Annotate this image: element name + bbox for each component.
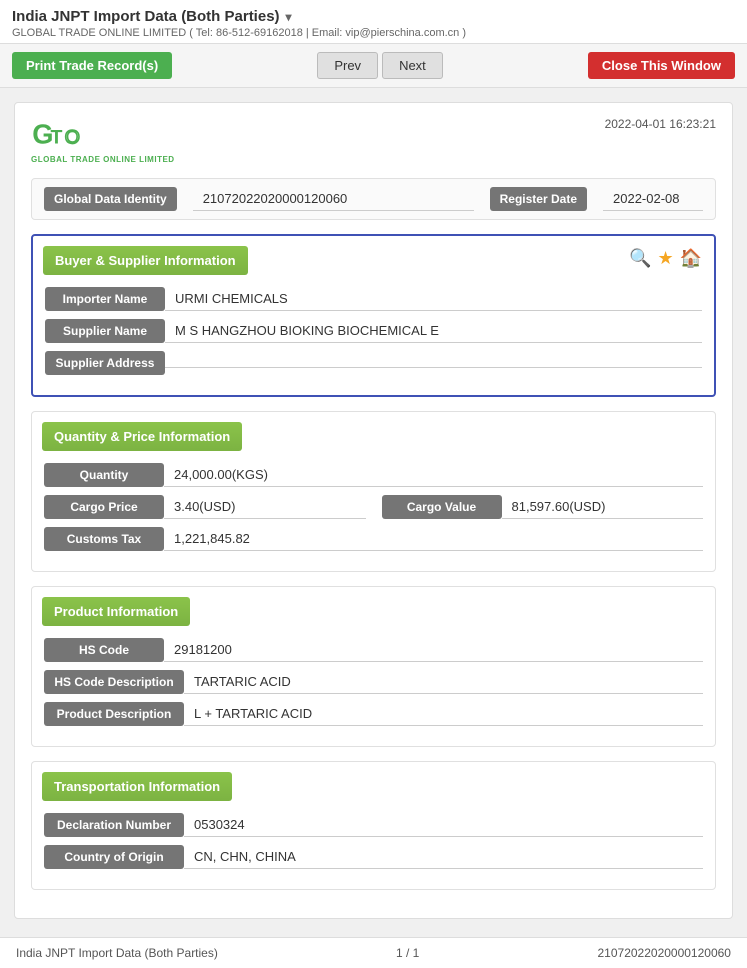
buyer-supplier-section: 🔍 ★ 🏠 Buyer & Supplier Information Impor…: [31, 234, 716, 397]
register-date-value: 2022-02-08: [603, 187, 703, 211]
customs-tax-label: Customs Tax: [44, 527, 164, 551]
cargo-value-field: Cargo Value 81,597.60(USD): [382, 495, 704, 519]
product-desc-value: L + TARTARIC ACID: [184, 702, 703, 726]
declaration-row: Declaration Number 0530324: [44, 813, 703, 837]
transportation-body: Declaration Number 0530324 Country of Or…: [32, 809, 715, 889]
top-bar: India JNPT Import Data (Both Parties) ▾ …: [0, 0, 747, 44]
footer-left: India JNPT Import Data (Both Parties): [16, 946, 218, 960]
importer-row: Importer Name URMI CHEMICALS: [45, 287, 702, 311]
footer-center: 1 / 1: [396, 946, 419, 960]
country-value: CN, CHN, CHINA: [184, 845, 703, 869]
gto-logo: G T O: [31, 117, 83, 153]
supplier-address-label: Supplier Address: [45, 351, 165, 375]
importer-value: URMI CHEMICALS: [165, 287, 702, 311]
customs-tax-value: 1,221,845.82: [164, 527, 703, 551]
supplier-label: Supplier Name: [45, 319, 165, 343]
subtitle-text: GLOBAL TRADE ONLINE LIMITED ( Tel: 86-51…: [12, 27, 735, 39]
prev-button[interactable]: Prev: [317, 52, 378, 79]
record-header: G T O GLOBAL TRADE ONLINE LIMITED 2022-0…: [31, 117, 716, 164]
supplier-row: Supplier Name M S HANGZHOU BIOKING BIOCH…: [45, 319, 702, 343]
hs-code-label: HS Code: [44, 638, 164, 662]
record-card: G T O GLOBAL TRADE ONLINE LIMITED 2022-0…: [14, 102, 733, 919]
record-datetime: 2022-04-01 16:23:21: [605, 117, 716, 131]
logo-text: GLOBAL TRADE ONLINE LIMITED: [31, 155, 175, 164]
hs-desc-row: HS Code Description TARTARIC ACID: [44, 670, 703, 694]
supplier-address-row: Supplier Address: [45, 351, 702, 375]
cargo-price-field: Cargo Price 3.40(USD): [44, 495, 366, 519]
product-desc-row: Product Description L + TARTARIC ACID: [44, 702, 703, 726]
page-title: India JNPT Import Data (Both Parties) ▾: [12, 8, 735, 25]
hs-desc-label: HS Code Description: [44, 670, 184, 694]
star-icon[interactable]: ★: [657, 248, 673, 269]
next-button[interactable]: Next: [382, 52, 443, 79]
product-desc-label: Product Description: [44, 702, 184, 726]
cargo-price-label: Cargo Price: [44, 495, 164, 519]
declaration-value: 0530324: [184, 813, 703, 837]
footer-bar: India JNPT Import Data (Both Parties) 1 …: [0, 937, 747, 968]
home-icon[interactable]: 🏠: [680, 248, 702, 269]
supplier-address-value: [165, 359, 702, 368]
toolbar: Print Trade Record(s) Prev Next Close Th…: [0, 44, 747, 88]
product-section: Product Information HS Code 29181200 HS …: [31, 586, 716, 747]
product-header: Product Information: [42, 597, 190, 626]
quantity-value: 24,000.00(KGS): [164, 463, 703, 487]
logo-area: G T O GLOBAL TRADE ONLINE LIMITED: [31, 117, 175, 164]
transportation-section: Transportation Information Declaration N…: [31, 761, 716, 890]
country-row: Country of Origin CN, CHN, CHINA: [44, 845, 703, 869]
customs-tax-row: Customs Tax 1,221,845.82: [44, 527, 703, 551]
nav-buttons: Prev Next: [317, 52, 442, 79]
buyer-supplier-header: Buyer & Supplier Information: [43, 246, 248, 275]
quantity-label: Quantity: [44, 463, 164, 487]
global-data-row: Global Data Identity 2107202202000012006…: [31, 178, 716, 220]
section-icons: 🔍 ★ 🏠: [629, 248, 702, 269]
dropdown-arrow-icon[interactable]: ▾: [286, 10, 292, 24]
footer-right: 21072022020000120060: [598, 946, 731, 960]
declaration-label: Declaration Number: [44, 813, 184, 837]
cargo-price-value: 3.40(USD): [164, 495, 366, 519]
cargo-value-value: 81,597.60(USD): [502, 495, 704, 519]
quantity-price-body: Quantity 24,000.00(KGS) Cargo Price 3.40…: [32, 459, 715, 571]
close-button[interactable]: Close This Window: [588, 52, 735, 79]
identity-value: 21072022020000120060: [193, 187, 474, 211]
quantity-row: Quantity 24,000.00(KGS): [44, 463, 703, 487]
transportation-header: Transportation Information: [42, 772, 232, 801]
main-content: G T O GLOBAL TRADE ONLINE LIMITED 2022-0…: [0, 88, 747, 933]
title-text: India JNPT Import Data (Both Parties): [12, 8, 280, 25]
cargo-price-row: Cargo Price 3.40(USD) Cargo Value 81,597…: [44, 495, 703, 519]
product-body: HS Code 29181200 HS Code Description TAR…: [32, 634, 715, 746]
importer-label: Importer Name: [45, 287, 165, 311]
search-icon[interactable]: 🔍: [629, 248, 651, 269]
print-button[interactable]: Print Trade Record(s): [12, 52, 172, 79]
buyer-supplier-body: Importer Name URMI CHEMICALS Supplier Na…: [33, 283, 714, 395]
register-date-label: Register Date: [490, 187, 587, 211]
svg-text:T: T: [51, 126, 63, 148]
quantity-price-section: Quantity & Price Information Quantity 24…: [31, 411, 716, 572]
hs-desc-value: TARTARIC ACID: [184, 670, 703, 694]
quantity-price-header: Quantity & Price Information: [42, 422, 242, 451]
svg-text:O: O: [65, 126, 80, 148]
supplier-value: M S HANGZHOU BIOKING BIOCHEMICAL E: [165, 319, 702, 343]
cargo-value-label: Cargo Value: [382, 495, 502, 519]
country-label: Country of Origin: [44, 845, 184, 869]
identity-label: Global Data Identity: [44, 187, 177, 211]
hs-code-row: HS Code 29181200: [44, 638, 703, 662]
hs-code-value: 29181200: [164, 638, 703, 662]
